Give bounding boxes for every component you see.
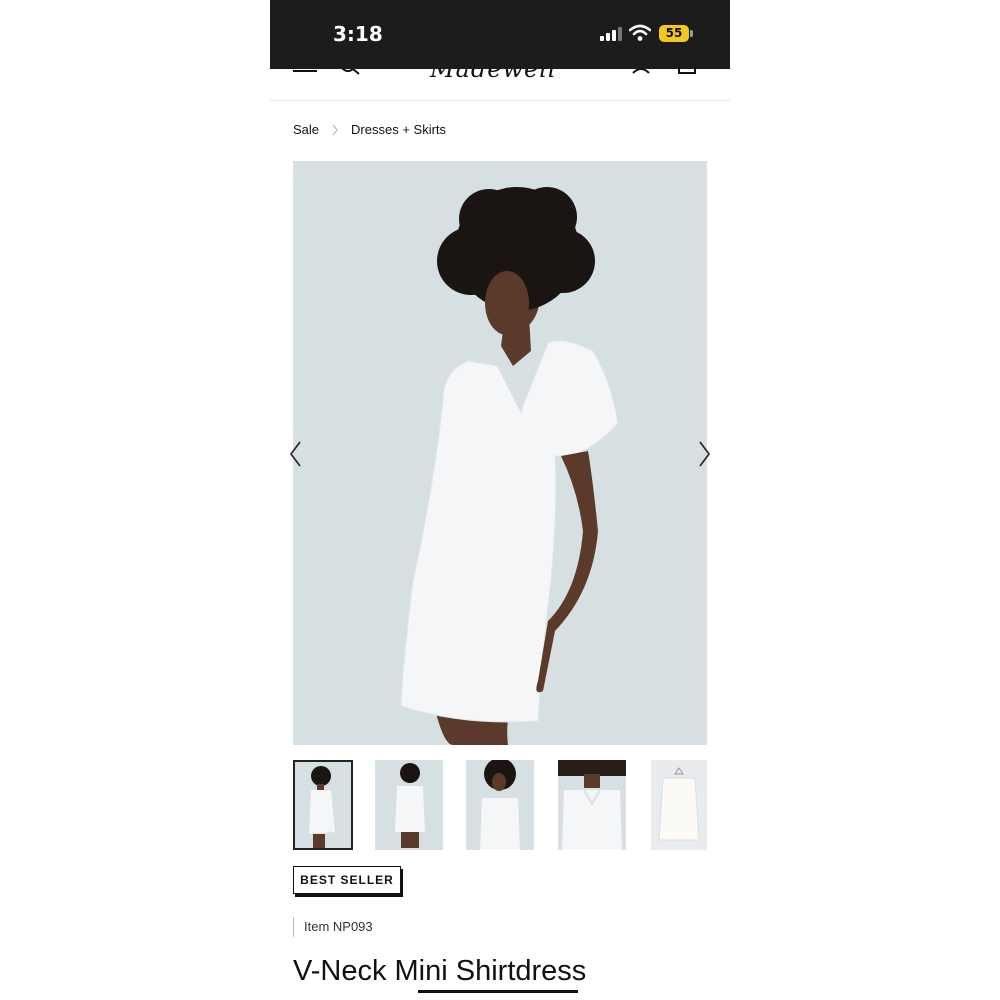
thumbnail-image bbox=[395, 763, 425, 848]
breadcrumb-sale[interactable]: Sale bbox=[293, 122, 319, 137]
product-title: V-Neck Mini Shirtdress bbox=[293, 955, 587, 987]
wifi-icon bbox=[629, 24, 651, 41]
thumbnail-2[interactable] bbox=[375, 760, 443, 850]
thumbnail-4[interactable] bbox=[558, 760, 626, 850]
chevron-left-icon[interactable] bbox=[288, 440, 302, 468]
thumbnail-image bbox=[558, 760, 626, 850]
thumbnail-image bbox=[658, 767, 700, 841]
battery-level: 55 bbox=[659, 25, 689, 42]
product-image[interactable] bbox=[293, 161, 707, 745]
status-time: 3:18 bbox=[333, 22, 383, 46]
battery-icon bbox=[690, 30, 693, 37]
hamburger-icon[interactable] bbox=[293, 69, 317, 75]
search-icon[interactable] bbox=[340, 69, 362, 77]
item-number: Item NP093 bbox=[293, 917, 373, 937]
thumbnail-image bbox=[480, 760, 520, 850]
thumbnail-5[interactable] bbox=[651, 760, 707, 850]
breadcrumb-dresses-skirts[interactable]: Dresses + Skirts bbox=[351, 122, 446, 137]
user-icon[interactable] bbox=[632, 69, 650, 75]
phone-screen: 3:18 55 Madewell Sale Dresses + Skirts B… bbox=[270, 0, 730, 1000]
chevron-right-icon bbox=[332, 124, 338, 135]
best-seller-badge: BEST SELLER bbox=[293, 866, 401, 894]
top-nav: Madewell bbox=[270, 69, 730, 101]
bag-icon[interactable] bbox=[678, 69, 696, 75]
title-underline bbox=[418, 990, 578, 993]
breadcrumb: Sale Dresses + Skirts bbox=[293, 122, 446, 137]
status-bar: 3:18 55 bbox=[270, 0, 730, 69]
thumbnail-1[interactable] bbox=[293, 760, 353, 850]
thumbnail-strip bbox=[293, 760, 730, 850]
model-photo bbox=[293, 161, 707, 745]
cellular-signal-icon bbox=[600, 27, 622, 41]
thumbnail-image bbox=[309, 766, 335, 848]
chevron-right-icon[interactable] bbox=[698, 440, 712, 468]
brand-logo[interactable]: Madewell bbox=[430, 69, 557, 83]
thumbnail-3[interactable] bbox=[466, 760, 534, 850]
